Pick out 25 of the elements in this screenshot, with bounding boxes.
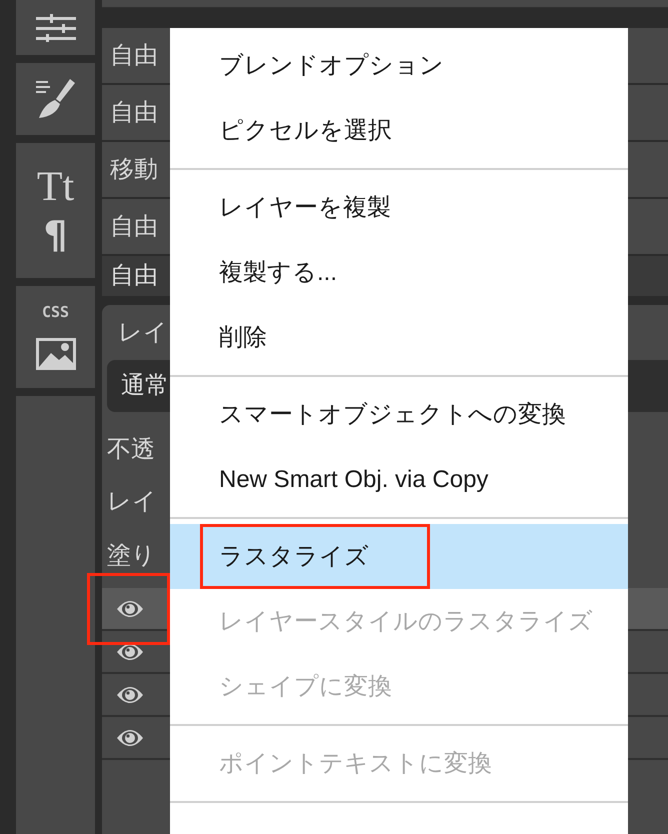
type-tool-label: Tt — [36, 164, 74, 208]
eye-icon — [116, 684, 144, 704]
menu-item[interactable]: スマートオブジェクトへの変換 — [170, 382, 628, 447]
menu-item[interactable]: New Smart Obj. via Copy — [170, 447, 628, 512]
image-icon — [36, 338, 76, 370]
lock-label: レイ — [107, 487, 157, 517]
tool-button[interactable] — [16, 63, 95, 135]
menu-item[interactable]: ラスタライズ — [170, 524, 628, 589]
eye-icon — [116, 728, 144, 748]
tool-button[interactable]: Tt ¶ — [16, 143, 95, 278]
opacity-label: 不透 — [107, 435, 155, 465]
tool-button[interactable]: CSS — [16, 286, 95, 388]
menu-item[interactable]: 削除 — [170, 305, 628, 370]
brush-icon — [36, 78, 76, 120]
tool-button[interactable] — [16, 0, 95, 55]
sliders-icon — [36, 14, 76, 42]
menu-item[interactable]: ピクセルを選択 — [170, 98, 628, 163]
paragraph-tool-label: ¶ — [43, 212, 68, 256]
fill-label: 塗り — [107, 541, 156, 571]
css-tool-label: CSS — [42, 304, 70, 320]
panel-title: レイ — [118, 318, 168, 348]
eye-icon — [116, 598, 144, 618]
menu-item[interactable]: 複製する... — [170, 240, 628, 305]
menu-item[interactable]: ブレンドオプション — [170, 33, 628, 98]
menu-item[interactable]: レイヤーを複製 — [170, 175, 628, 240]
